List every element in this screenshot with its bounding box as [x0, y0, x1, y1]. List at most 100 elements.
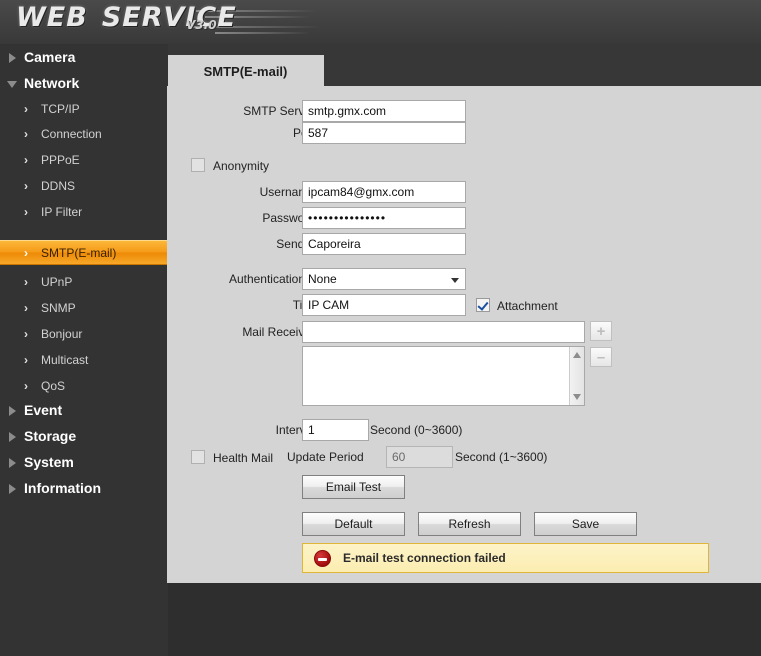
sidebar-item-connection[interactable]: › Connection: [0, 122, 168, 147]
anonymity-label: Anonymity: [213, 159, 269, 173]
sidebar-item-qos[interactable]: › QoS: [0, 374, 168, 399]
sidebar-item-label: Multicast: [41, 353, 88, 367]
port-input[interactable]: [302, 122, 466, 144]
sidebar-group-label: Camera: [24, 49, 75, 65]
triangle-down-icon: [7, 81, 17, 88]
smtp-server-input[interactable]: [302, 100, 466, 122]
tab-smtp-email[interactable]: SMTP(E-mail): [167, 55, 324, 87]
title-label: Title: [195, 294, 315, 316]
interval-unit-label: Second (0~3600): [370, 419, 530, 441]
attachment-label: Attachment: [497, 299, 558, 313]
scroll-up-icon[interactable]: [573, 352, 581, 358]
sidebar-item-pppoe[interactable]: › PPPoE: [0, 148, 168, 173]
sidebar-group-camera[interactable]: Camera: [0, 44, 168, 70]
sidebar-item-bonjour[interactable]: › Bonjour: [0, 322, 168, 347]
sidebar-group-label: Network: [24, 75, 79, 91]
update-period-input[interactable]: [386, 446, 453, 468]
mail-receiver-label: Mail Receiver: [195, 321, 315, 343]
sidebar-group-storage[interactable]: Storage: [0, 423, 168, 449]
chevron-right-icon: ›: [24, 174, 28, 199]
app-header: WEBSERVICE V3.0: [0, 0, 761, 44]
smtp-settings-panel: SMTP Server Port Anonymity Username Pass…: [167, 86, 761, 583]
list-scrollbar[interactable]: [569, 347, 584, 405]
anonymity-checkbox[interactable]: [191, 158, 205, 172]
error-no-entry-icon: [314, 550, 331, 567]
username-input[interactable]: [302, 181, 466, 203]
sidebar-item-upnp[interactable]: › UPnP: [0, 270, 168, 295]
attachment-checkbox[interactable]: [476, 298, 490, 312]
remove-receiver-button[interactable]: –: [590, 347, 612, 367]
sidebar-item-label: Connection: [41, 127, 102, 141]
health-mail-label: Health Mail: [213, 451, 273, 465]
port-label: Port: [195, 122, 315, 144]
plus-icon: +: [591, 322, 611, 340]
chevron-right-icon: ›: [24, 348, 28, 373]
authentication-value: None: [308, 272, 337, 286]
sidebar-item-smtp-email[interactable]: › SMTP(E-mail): [0, 240, 168, 265]
mail-receiver-list[interactable]: [302, 346, 585, 406]
minus-icon: –: [591, 348, 611, 366]
chevron-right-icon: ›: [24, 374, 28, 399]
sidebar-item-label: Bonjour: [41, 327, 82, 341]
chevron-right-icon: ›: [24, 241, 28, 266]
sender-label: Sender: [195, 233, 315, 255]
chevron-right-icon: ›: [24, 296, 28, 321]
refresh-button[interactable]: Refresh: [418, 512, 521, 536]
triangle-right-icon: [9, 458, 16, 468]
triangle-right-icon: [9, 432, 16, 442]
update-period-label: Update Period: [287, 446, 397, 468]
sidebar-item-multicast[interactable]: › Multicast: [0, 348, 168, 373]
sidebar-item-label: PPPoE: [41, 153, 80, 167]
sidebar-item-label: SNMP: [41, 301, 76, 315]
sidebar-nav: Camera Network › TCP/IP › Connection › P…: [0, 44, 168, 656]
sidebar-group-information[interactable]: Information: [0, 475, 168, 501]
sender-input[interactable]: [302, 233, 466, 255]
email-test-button[interactable]: Email Test: [302, 475, 405, 499]
chevron-right-icon: ›: [24, 122, 28, 147]
sidebar-item-label: QoS: [41, 379, 65, 393]
health-mail-checkbox[interactable]: [191, 450, 205, 464]
sidebar-item-ddns[interactable]: › DDNS: [0, 174, 168, 199]
chevron-right-icon: ›: [24, 200, 28, 225]
add-receiver-button[interactable]: +: [590, 321, 612, 341]
authentication-label: Authentication: [185, 268, 305, 290]
interval-label: Interval: [195, 419, 315, 441]
sidebar-item-tcpip[interactable]: › TCP/IP: [0, 97, 168, 122]
sidebar-item-label: IP Filter: [41, 205, 82, 219]
scroll-down-icon[interactable]: [573, 394, 581, 400]
sidebar-group-event[interactable]: Event: [0, 397, 168, 423]
triangle-right-icon: [9, 53, 16, 63]
title-input[interactable]: [302, 294, 466, 316]
sidebar-item-label: DDNS: [41, 179, 75, 193]
sidebar-group-label: System: [24, 454, 74, 470]
sidebar-item-label: SMTP(E-mail): [41, 246, 116, 260]
sidebar-group-label: Event: [24, 402, 62, 418]
triangle-right-icon: [9, 484, 16, 494]
sidebar-item-snmp[interactable]: › SNMP: [0, 296, 168, 321]
smtp-server-label: SMTP Server: [195, 100, 315, 122]
password-label: Password: [195, 207, 315, 229]
interval-input[interactable]: [302, 419, 369, 441]
chevron-right-icon: ›: [24, 322, 28, 347]
sidebar-group-label: Information: [24, 480, 101, 496]
logo-web: WEB: [16, 2, 88, 33]
chevron-right-icon: ›: [24, 148, 28, 173]
mail-receiver-input[interactable]: [302, 321, 585, 343]
save-button[interactable]: Save: [534, 512, 637, 536]
sidebar-item-ip-filter[interactable]: › IP Filter: [0, 200, 168, 225]
password-input[interactable]: [302, 207, 466, 229]
status-message: E-mail test connection failed: [343, 551, 506, 565]
update-period-unit-label: Second (1~3600): [455, 446, 615, 468]
chevron-right-icon: ›: [24, 270, 28, 295]
username-label: Username: [195, 181, 315, 203]
sidebar-group-system[interactable]: System: [0, 449, 168, 475]
sidebar-group-network[interactable]: Network: [0, 70, 168, 96]
status-banner-error: E-mail test connection failed: [302, 543, 709, 573]
sidebar-item-label: TCP/IP: [41, 102, 80, 116]
chevron-right-icon: ›: [24, 97, 28, 122]
authentication-select[interactable]: None: [302, 268, 466, 290]
sidebar-item-label: UPnP: [41, 275, 72, 289]
triangle-right-icon: [9, 406, 16, 416]
chevron-down-icon: [451, 278, 459, 283]
default-button[interactable]: Default: [302, 512, 405, 536]
